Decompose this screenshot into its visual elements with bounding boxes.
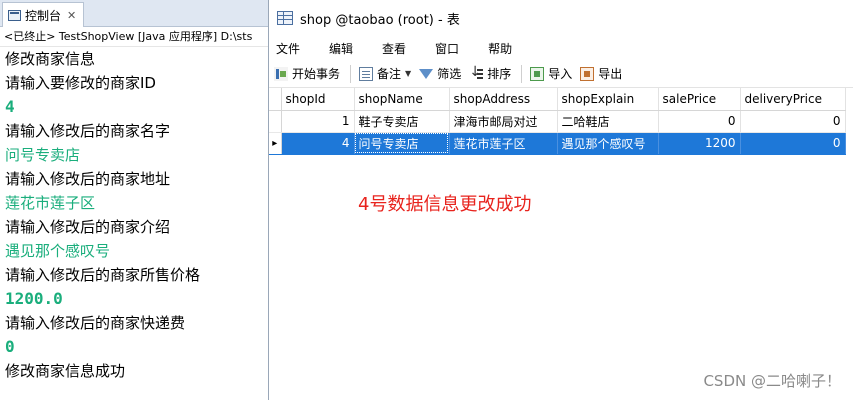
sort-button[interactable]: 排序 bbox=[469, 64, 512, 82]
table-cell[interactable]: 二哈鞋店 bbox=[557, 110, 659, 133]
menu-file[interactable]: 文件 bbox=[276, 40, 300, 57]
console-line: 修改商家信息成功 bbox=[5, 362, 126, 380]
table-cell[interactable]: 1 bbox=[281, 110, 355, 133]
export-icon bbox=[580, 66, 595, 81]
data-grid[interactable]: shopId shopName shopAddress shopExplain … bbox=[269, 88, 846, 155]
table-cell[interactable]: 鞋子专卖店 bbox=[354, 110, 450, 133]
transaction-icon bbox=[274, 66, 288, 81]
console-icon bbox=[8, 9, 21, 21]
note-icon bbox=[359, 66, 374, 81]
console-line: 请输入修改后的商家介绍 bbox=[5, 218, 171, 236]
export-label: 导出 bbox=[598, 67, 623, 81]
table-row[interactable]: 1 鞋子专卖店 津海市邮局对过 二哈鞋店 0 0 bbox=[269, 110, 846, 133]
column-header[interactable]: shopId bbox=[281, 88, 355, 111]
toolbar-divider bbox=[521, 64, 523, 83]
console-line: 请输入要修改的商家ID bbox=[5, 74, 156, 92]
filter-label: 筛选 bbox=[437, 67, 462, 81]
success-annotation: 4号数据信息更改成功 bbox=[358, 194, 532, 215]
table-cell[interactable]: 0 bbox=[740, 110, 846, 133]
sort-label: 排序 bbox=[487, 67, 512, 81]
console-panel: 控制台 ✕ <已终止> TestShopView [Java 应用程序] D:\… bbox=[0, 0, 268, 400]
table-row-selected[interactable]: ▸ 4 问号专卖店 莲花市莲子区 遇见那个感叹号 1200 0 bbox=[269, 132, 846, 155]
menu-help[interactable]: 帮助 bbox=[488, 40, 512, 57]
begin-transaction-button[interactable]: 开始事务 bbox=[274, 65, 340, 82]
table-cell[interactable]: 问号专卖店 bbox=[354, 132, 450, 155]
console-tabbar: 控制台 ✕ bbox=[0, 0, 268, 27]
table-cell[interactable]: 遇见那个感叹号 bbox=[557, 132, 659, 155]
table-cell[interactable]: 莲花市莲子区 bbox=[449, 132, 558, 155]
note-label: 备注 bbox=[377, 67, 402, 81]
menu-bar: 文件 编辑 查看 窗口 帮助 bbox=[269, 36, 853, 60]
console-line: 请输入修改后的商家名字 bbox=[5, 122, 171, 140]
table-cell[interactable]: 津海市邮局对过 bbox=[449, 110, 558, 133]
filter-icon bbox=[419, 68, 434, 79]
table-cell[interactable]: 1200 bbox=[658, 132, 741, 155]
window-title-bar: shop @taobao (root) - 表 bbox=[269, 0, 853, 36]
export-button[interactable]: 导出 bbox=[580, 65, 622, 82]
navicat-window: shop @taobao (root) - 表 文件 编辑 查看 窗口 帮助 开… bbox=[268, 0, 853, 400]
row-header[interactable] bbox=[269, 110, 282, 133]
close-icon[interactable]: ✕ bbox=[67, 9, 76, 22]
console-tab[interactable]: 控制台 ✕ bbox=[2, 2, 84, 27]
import-icon bbox=[530, 66, 545, 81]
console-user-input: 遇见那个感叹号 bbox=[5, 242, 111, 260]
watermark: CSDN @二哈喇子！ bbox=[703, 372, 841, 390]
column-header[interactable]: shopAddress bbox=[449, 88, 558, 111]
console-user-input: 问号专卖店 bbox=[5, 146, 81, 164]
menu-view[interactable]: 查看 bbox=[382, 40, 406, 57]
toolbar: 开始事务 备注 ▼ 筛选 排序 导入 导出 bbox=[269, 60, 853, 88]
filter-button[interactable]: 筛选 bbox=[419, 65, 461, 82]
window-title: shop @taobao (root) - 表 bbox=[300, 12, 460, 28]
column-header[interactable]: shopExplain bbox=[557, 88, 659, 111]
current-row-marker-icon[interactable]: ▸ bbox=[269, 132, 282, 155]
console-line: 修改商家信息 bbox=[5, 50, 96, 68]
table-cell[interactable]: 4 bbox=[281, 132, 355, 155]
note-button[interactable]: 备注 ▼ bbox=[359, 65, 411, 82]
chevron-down-icon[interactable]: ▼ bbox=[405, 69, 411, 78]
column-header[interactable]: deliveryPrice bbox=[740, 88, 846, 111]
begin-transaction-label: 开始事务 bbox=[292, 67, 341, 81]
console-line: 请输入修改后的商家所售价格 bbox=[5, 266, 201, 284]
console-status: <已终止> TestShopView [Java 应用程序] D:\sts bbox=[0, 27, 268, 47]
console-line: 请输入修改后的商家快递费 bbox=[5, 314, 186, 332]
menu-edit[interactable]: 编辑 bbox=[329, 40, 353, 57]
console-tab-label: 控制台 bbox=[25, 8, 62, 23]
import-button[interactable]: 导入 bbox=[530, 65, 572, 82]
column-header[interactable]: salePrice bbox=[658, 88, 741, 111]
console-user-input: 莲花市莲子区 bbox=[5, 194, 96, 212]
console-user-input: 1200.0 bbox=[5, 289, 63, 308]
table-cell[interactable]: 0 bbox=[658, 110, 741, 133]
console-user-input: 4 bbox=[5, 97, 15, 116]
table-icon bbox=[277, 11, 293, 25]
console-user-input: 0 bbox=[5, 337, 15, 356]
row-header-corner bbox=[269, 88, 282, 111]
toolbar-divider bbox=[350, 64, 352, 83]
grid-header-row: shopId shopName shopAddress shopExplain … bbox=[269, 88, 846, 111]
sort-icon bbox=[469, 64, 484, 81]
column-header[interactable]: shopName bbox=[354, 88, 450, 111]
console-output[interactable]: 修改商家信息 请输入要修改的商家ID 4 请输入修改后的商家名字 问号专卖店 请… bbox=[0, 47, 268, 383]
menu-window[interactable]: 窗口 bbox=[435, 40, 459, 57]
console-line: 请输入修改后的商家地址 bbox=[5, 170, 171, 188]
table-cell[interactable]: 0 bbox=[740, 132, 846, 155]
import-label: 导入 bbox=[548, 67, 573, 81]
